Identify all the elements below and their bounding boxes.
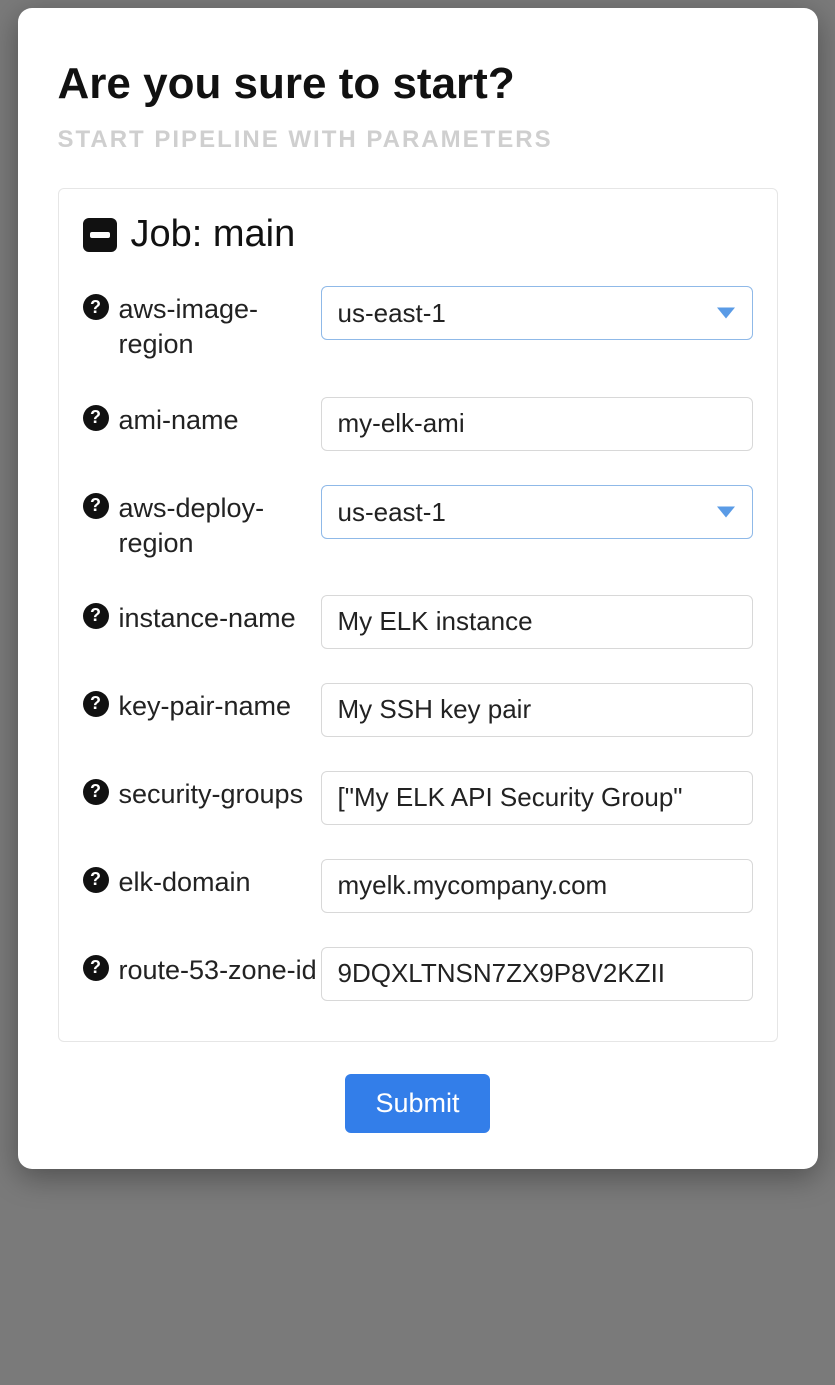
field-label: key-pair-name <box>119 689 292 724</box>
help-icon[interactable]: ? <box>83 691 109 717</box>
row-aws-image-region: ? aws-image-region us-east-1 <box>83 286 753 362</box>
aws-deploy-region-select[interactable]: us-east-1 <box>321 485 753 539</box>
job-panel: Job: main ? aws-image-region us-east-1 <box>58 188 778 1041</box>
label-col: ? aws-image-region <box>83 286 321 362</box>
label-col: ? ami-name <box>83 397 321 438</box>
help-icon[interactable]: ? <box>83 405 109 431</box>
security-groups-input[interactable] <box>321 771 753 825</box>
label-col: ? aws-deploy-region <box>83 485 321 561</box>
key-pair-name-input[interactable] <box>321 683 753 737</box>
help-icon[interactable]: ? <box>83 493 109 519</box>
field-label: instance-name <box>119 601 296 636</box>
row-route53-zone-id: ? route-53-zone-id <box>83 947 753 1001</box>
label-col: ? key-pair-name <box>83 683 321 724</box>
field-label: aws-deploy-region <box>119 491 321 561</box>
row-security-groups: ? security-groups <box>83 771 753 825</box>
field-label: ami-name <box>119 403 239 438</box>
help-icon[interactable]: ? <box>83 867 109 893</box>
modal-subtitle: START PIPELINE WITH PARAMETERS <box>58 126 778 154</box>
help-icon[interactable]: ? <box>83 779 109 805</box>
submit-button[interactable]: Submit <box>345 1074 489 1133</box>
modal-backdrop: Are you sure to start? START PIPELINE WI… <box>0 0 835 1385</box>
label-col: ? security-groups <box>83 771 321 812</box>
help-icon[interactable]: ? <box>83 294 109 320</box>
field-label: elk-domain <box>119 865 251 900</box>
label-col: ? instance-name <box>83 595 321 636</box>
row-instance-name: ? instance-name <box>83 595 753 649</box>
panel-title: Job: main <box>131 213 296 256</box>
field-label: route-53-zone-id <box>119 953 317 988</box>
help-icon[interactable]: ? <box>83 955 109 981</box>
label-col: ? elk-domain <box>83 859 321 900</box>
row-elk-domain: ? elk-domain <box>83 859 753 913</box>
row-key-pair-name: ? key-pair-name <box>83 683 753 737</box>
collapse-icon[interactable] <box>83 218 117 252</box>
row-ami-name: ? ami-name <box>83 397 753 451</box>
panel-header: Job: main <box>83 213 753 256</box>
elk-domain-input[interactable] <box>321 859 753 913</box>
aws-image-region-select[interactable]: us-east-1 <box>321 286 753 340</box>
confirm-start-modal: Are you sure to start? START PIPELINE WI… <box>18 8 818 1169</box>
ami-name-input[interactable] <box>321 397 753 451</box>
field-label: aws-image-region <box>119 292 321 362</box>
instance-name-input[interactable] <box>321 595 753 649</box>
label-col: ? route-53-zone-id <box>83 947 321 988</box>
row-aws-deploy-region: ? aws-deploy-region us-east-1 <box>83 485 753 561</box>
help-icon[interactable]: ? <box>83 603 109 629</box>
modal-title: Are you sure to start? <box>58 60 778 108</box>
field-label: security-groups <box>119 777 304 812</box>
route53-zone-id-input[interactable] <box>321 947 753 1001</box>
submit-row: Submit <box>58 1074 778 1133</box>
